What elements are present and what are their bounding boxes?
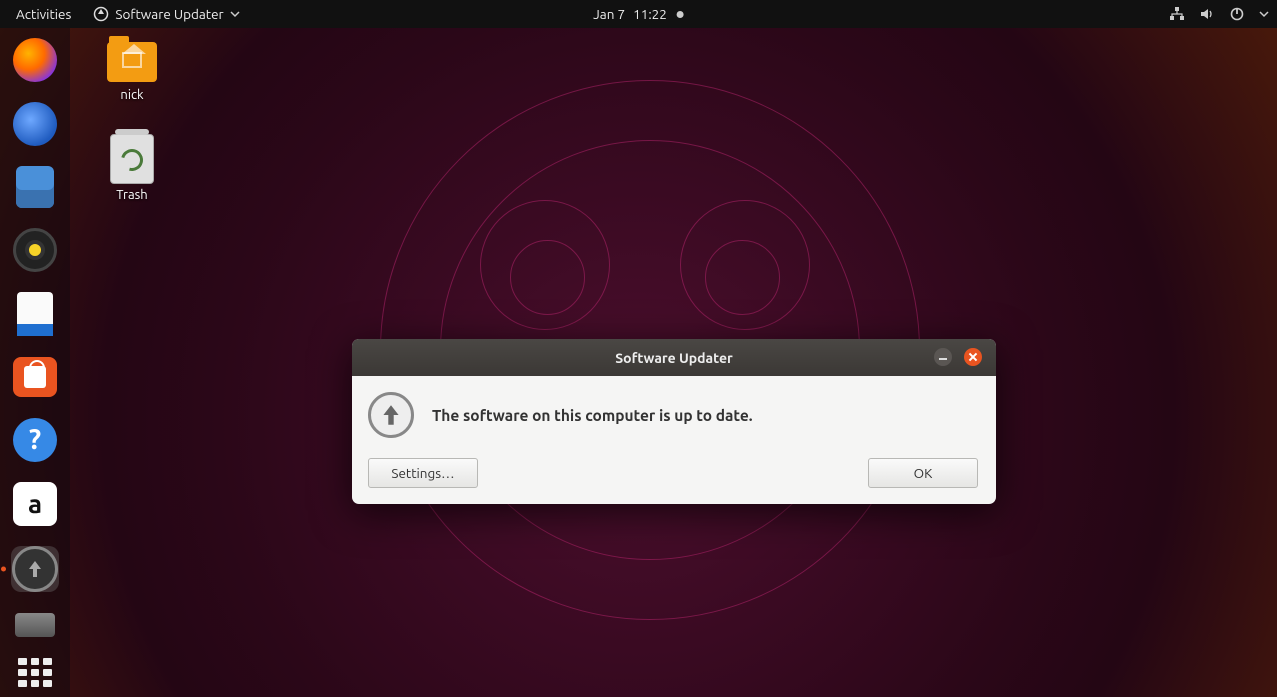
chevron-down-icon xyxy=(1259,9,1269,19)
software-updater-window: Software Updater The software on this co… xyxy=(352,339,996,504)
app-menu[interactable]: Software Updater xyxy=(85,2,247,26)
launcher-firefox[interactable] xyxy=(11,38,59,82)
clock[interactable]: Jan 7 11:22 xyxy=(593,6,684,22)
clock-date: Jan 7 xyxy=(593,6,625,22)
launcher-software[interactable] xyxy=(11,356,59,398)
help-icon: ? xyxy=(13,418,57,462)
launcher-thunderbird[interactable] xyxy=(11,102,59,146)
desktop-home-label: nick xyxy=(100,88,164,102)
settings-button[interactable]: Settings… xyxy=(368,458,478,488)
updater-icon xyxy=(368,392,414,438)
system-status-area[interactable] xyxy=(1169,6,1269,22)
dock: ? a xyxy=(0,28,70,697)
notification-dot-icon xyxy=(677,11,684,18)
chevron-down-icon xyxy=(230,9,240,19)
trash-icon xyxy=(110,134,154,184)
writer-icon xyxy=(17,292,53,336)
window-title: Software Updater xyxy=(615,350,733,366)
dialog-message: The software on this computer is up to d… xyxy=(432,407,753,424)
firefox-icon xyxy=(13,38,57,82)
folder-icon xyxy=(107,42,157,82)
disks-icon xyxy=(15,613,55,637)
updater-icon xyxy=(93,6,109,22)
desktop-trash-label: Trash xyxy=(100,188,164,202)
launcher-help[interactable]: ? xyxy=(11,418,59,462)
power-icon xyxy=(1229,6,1245,22)
desktop-trash[interactable]: Trash xyxy=(100,134,164,202)
updater-icon xyxy=(12,546,58,592)
volume-icon xyxy=(1199,6,1215,22)
amazon-icon: a xyxy=(13,482,57,526)
clock-time: 11:22 xyxy=(633,6,667,22)
network-icon xyxy=(1169,6,1185,22)
window-minimize-button[interactable] xyxy=(934,348,952,366)
desktop-icons: nick Trash xyxy=(100,42,164,202)
desktop-home-folder[interactable]: nick xyxy=(100,42,164,102)
launcher-software-updater[interactable] xyxy=(11,546,59,592)
window-close-button[interactable] xyxy=(964,348,982,366)
show-applications-button[interactable] xyxy=(18,658,52,687)
rhythmbox-icon xyxy=(13,228,57,272)
software-icon xyxy=(13,357,57,397)
launcher-disks[interactable] xyxy=(11,612,59,638)
files-icon xyxy=(16,166,54,208)
launcher-files[interactable] xyxy=(11,166,59,208)
thunderbird-icon xyxy=(13,102,57,146)
launcher-writer[interactable] xyxy=(11,292,59,336)
ok-button[interactable]: OK xyxy=(868,458,978,488)
launcher-amazon[interactable]: a xyxy=(11,482,59,526)
activities-button[interactable]: Activities xyxy=(8,2,79,26)
top-bar: Activities Software Updater Jan 7 11:22 xyxy=(0,0,1277,28)
window-titlebar[interactable]: Software Updater xyxy=(352,339,996,376)
launcher-rhythmbox[interactable] xyxy=(11,228,59,272)
app-menu-label: Software Updater xyxy=(115,6,223,22)
